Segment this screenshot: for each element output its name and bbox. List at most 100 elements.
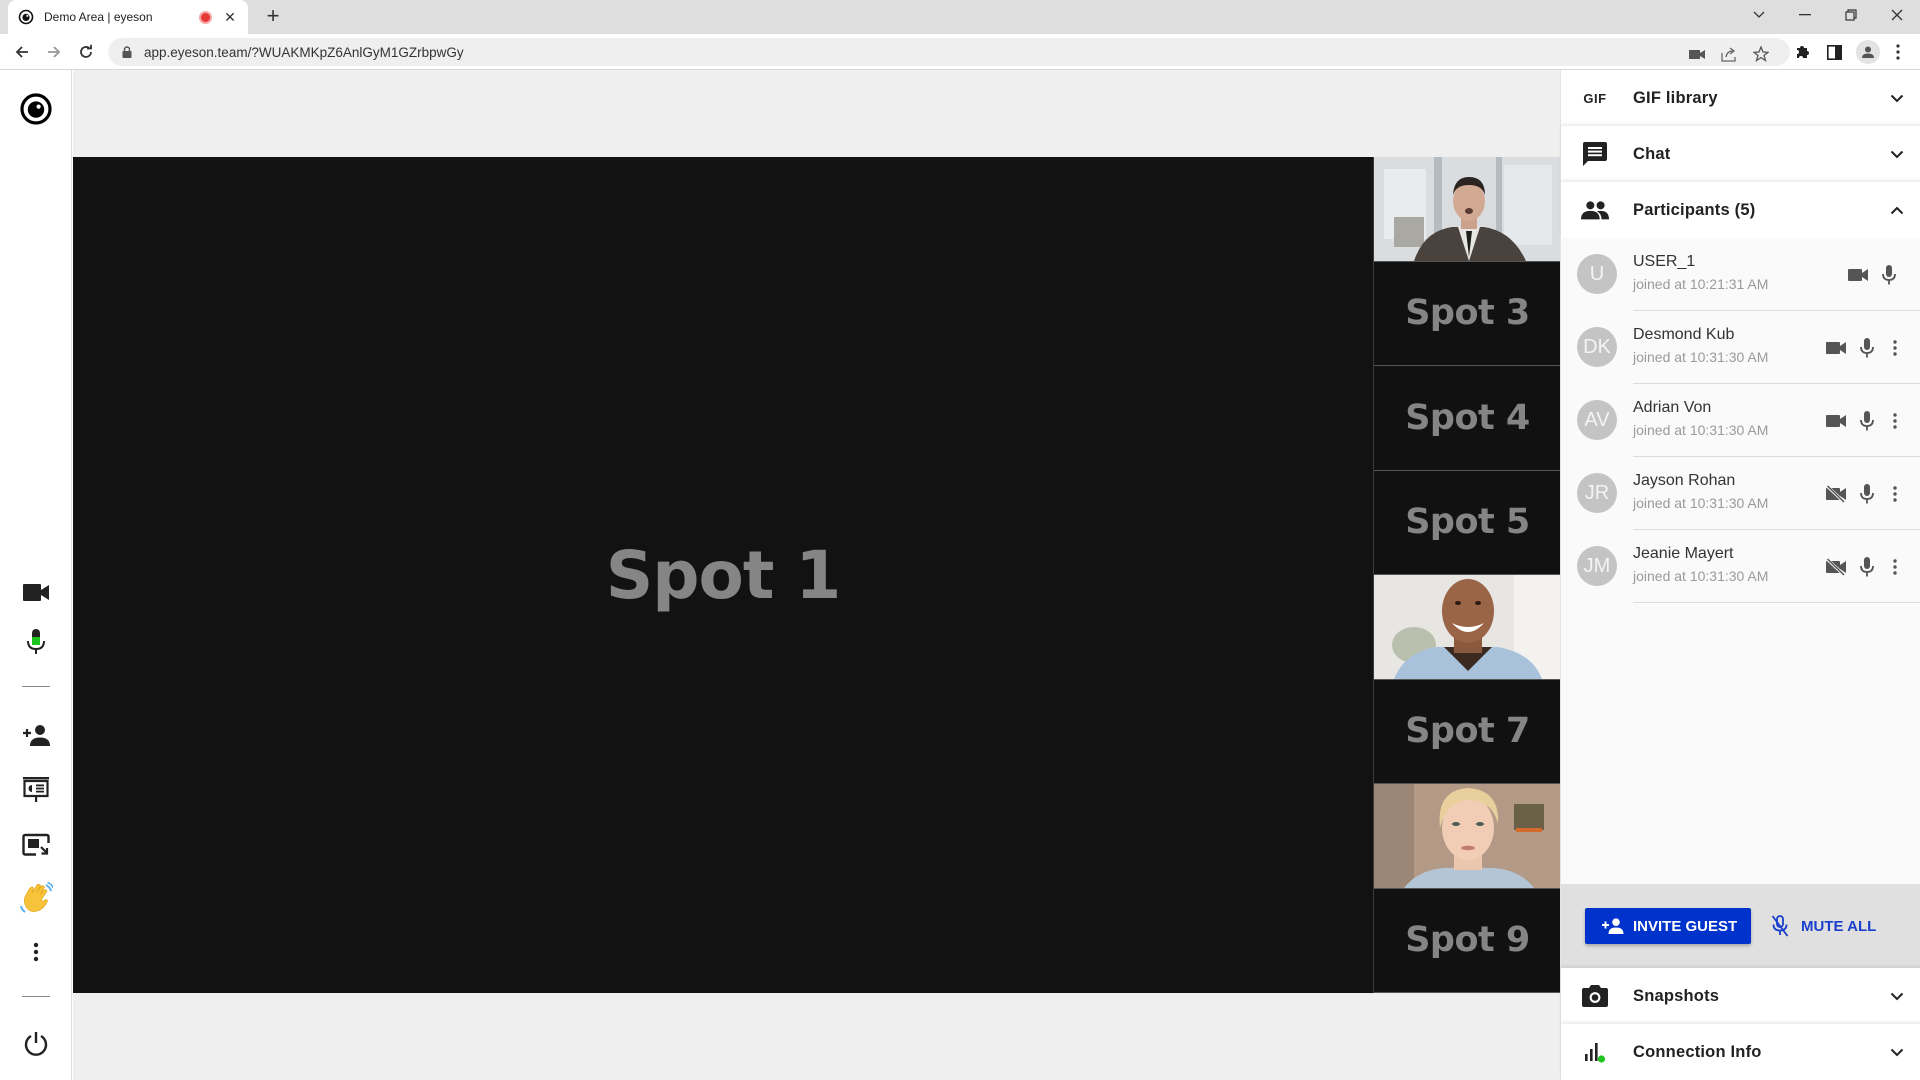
chevron-up-icon[interactable] <box>1887 200 1907 220</box>
connection-info-title: Connection Info <box>1633 1042 1762 1061</box>
chevron-down-icon[interactable] <box>1887 144 1907 164</box>
participant-video-man-suit <box>1374 157 1561 261</box>
thumbnail-placeholder[interactable]: Spot 3 <box>1374 261 1561 366</box>
participant-joined-time: joined at 10:31:30 AM <box>1633 349 1769 365</box>
thumbnail-label: Spot 3 <box>1405 293 1530 334</box>
profile-icon[interactable] <box>1856 40 1880 64</box>
more-vertical-icon[interactable] <box>1884 337 1906 359</box>
avatar: U <box>1577 254 1617 294</box>
address-bar[interactable]: app.eyeson.team/?WUAKMKpZ6AnlGyM1GZrbpwG… <box>108 38 1790 66</box>
browser-tab[interactable]: Demo Area | eyeson ✕ <box>8 0 248 34</box>
more-vertical-icon[interactable] <box>20 936 52 968</box>
chat-title: Chat <box>1633 144 1671 163</box>
video-camera-icon[interactable] <box>1825 337 1847 359</box>
microphone-icon[interactable] <box>1878 264 1900 286</box>
more-vertical-icon[interactable] <box>1884 556 1906 578</box>
forward-icon[interactable] <box>40 38 68 66</box>
eyeson-logo-icon[interactable] <box>18 91 54 127</box>
participant-video-smiling-man <box>1374 575 1561 679</box>
restore-icon[interactable] <box>1828 0 1874 30</box>
participant-joined-time: joined at 10:21:31 AM <box>1633 276 1769 292</box>
minimize-icon[interactable] <box>1782 0 1828 30</box>
participant-list: U USER_1 joined at 10:21:31 AM DK Desmon… <box>1561 238 1920 884</box>
thumbnail-placeholder[interactable]: Spot 4 <box>1374 366 1561 471</box>
tab-search-icon[interactable] <box>1736 0 1782 30</box>
back-icon[interactable] <box>8 38 36 66</box>
screen-share-icon[interactable] <box>20 829 52 861</box>
thumbnail-placeholder[interactable]: Spot 9 <box>1374 888 1561 993</box>
video-off-icon[interactable] <box>1825 483 1847 505</box>
video-stage: Spot 1 Spot 3 Spot 4 Spot 5 Spot 7 Spot … <box>73 157 1561 993</box>
main-spot[interactable]: Spot 1 <box>73 157 1373 993</box>
sidebar-divider <box>22 996 50 997</box>
browser-menu-icon[interactable] <box>1888 42 1908 62</box>
chat-header[interactable]: Chat <box>1561 126 1920 182</box>
presentation-icon[interactable] <box>20 774 52 806</box>
participant-joined-time: joined at 10:31:30 AM <box>1633 568 1769 584</box>
row-divider <box>1633 602 1920 603</box>
gif-library-title: GIF library <box>1633 88 1718 107</box>
reload-icon[interactable] <box>72 38 100 66</box>
signal-bars-icon <box>1581 1038 1609 1066</box>
microphone-icon[interactable] <box>1856 483 1878 505</box>
participants-header[interactable]: Participants (5) <box>1561 182 1920 238</box>
camera-in-use-icon[interactable] <box>1688 45 1706 63</box>
gif-library-header[interactable]: GIF GIF library <box>1561 70 1920 126</box>
invite-guest-button[interactable]: INVITE GUEST <box>1585 908 1751 944</box>
thumbnail-video[interactable] <box>1374 575 1561 680</box>
more-vertical-icon[interactable] <box>1884 483 1906 505</box>
lock-icon <box>122 46 132 58</box>
close-tab-icon[interactable]: ✕ <box>222 9 238 26</box>
microphone-icon[interactable] <box>20 626 52 658</box>
new-tab-button[interactable]: + <box>260 4 286 30</box>
browser-tab-strip: Demo Area | eyeson ✕ + <box>0 0 1920 34</box>
microphone-icon[interactable] <box>1856 556 1878 578</box>
participant-joined-time: joined at 10:31:30 AM <box>1633 422 1769 438</box>
chevron-down-icon[interactable] <box>1887 986 1907 1006</box>
sidebar <box>0 70 72 1080</box>
mute-all-button[interactable]: MUTE ALL <box>1771 908 1891 944</box>
microphone-icon[interactable] <box>1856 410 1878 432</box>
video-off-icon[interactable] <box>1825 556 1847 578</box>
eyeson-favicon-icon <box>18 9 34 25</box>
video-camera-icon[interactable] <box>20 576 52 608</box>
more-vertical-icon[interactable] <box>1884 410 1906 432</box>
participant-name: Desmond Kub <box>1633 326 1735 343</box>
bookmark-star-icon[interactable] <box>1752 45 1770 63</box>
url-text: app.eyeson.team/?WUAKMKpZ6AnlGyM1GZrbpwG… <box>144 44 464 60</box>
participant-name: Jeanie Mayert <box>1633 545 1734 562</box>
participant-video-blonde-woman <box>1374 784 1561 888</box>
connection-info-header[interactable]: Connection Info <box>1561 1024 1920 1080</box>
people-icon <box>1581 196 1609 224</box>
side-panel-icon[interactable] <box>1824 42 1844 62</box>
waving-hand-icon[interactable] <box>18 881 54 917</box>
participant-name: Adrian Von <box>1633 399 1712 416</box>
thumbnail-placeholder[interactable]: Spot 7 <box>1374 679 1561 784</box>
extensions-icon[interactable] <box>1792 42 1812 62</box>
thumbnail-video[interactable] <box>1374 157 1561 262</box>
video-camera-icon[interactable] <box>1825 410 1847 432</box>
microphone-icon[interactable] <box>1856 337 1878 359</box>
mic-off-icon <box>1771 915 1789 937</box>
camera-icon <box>1581 982 1609 1010</box>
participant-row: U USER_1 joined at 10:21:31 AM <box>1561 238 1920 311</box>
share-icon[interactable] <box>1720 45 1738 63</box>
power-icon[interactable] <box>20 1028 52 1060</box>
video-camera-icon[interactable] <box>1847 264 1869 286</box>
chevron-down-icon[interactable] <box>1887 1042 1907 1062</box>
person-add-icon <box>1602 918 1624 934</box>
participant-name: Jayson Rohan <box>1633 472 1736 489</box>
person-add-icon[interactable] <box>20 719 52 751</box>
close-window-icon[interactable] <box>1874 0 1920 30</box>
main-spot-label: Spot 1 <box>605 536 842 614</box>
snapshots-header[interactable]: Snapshots <box>1561 968 1920 1024</box>
participant-row: AV Adrian Von joined at 10:31:30 AM <box>1561 384 1920 457</box>
chevron-down-icon[interactable] <box>1887 88 1907 108</box>
thumbnail-column: Spot 3 Spot 4 Spot 5 Spot 7 Spot 9 <box>1373 157 1561 993</box>
sidebar-divider <box>22 686 50 687</box>
thumbnail-video[interactable] <box>1374 784 1561 889</box>
thumbnail-label: Spot 7 <box>1405 711 1530 752</box>
avatar: AV <box>1577 400 1617 440</box>
eyeson-app: Spot 1 Spot 3 Spot 4 Spot 5 Spot 7 Spot … <box>0 70 1920 1080</box>
thumbnail-placeholder[interactable]: Spot 5 <box>1374 470 1561 575</box>
